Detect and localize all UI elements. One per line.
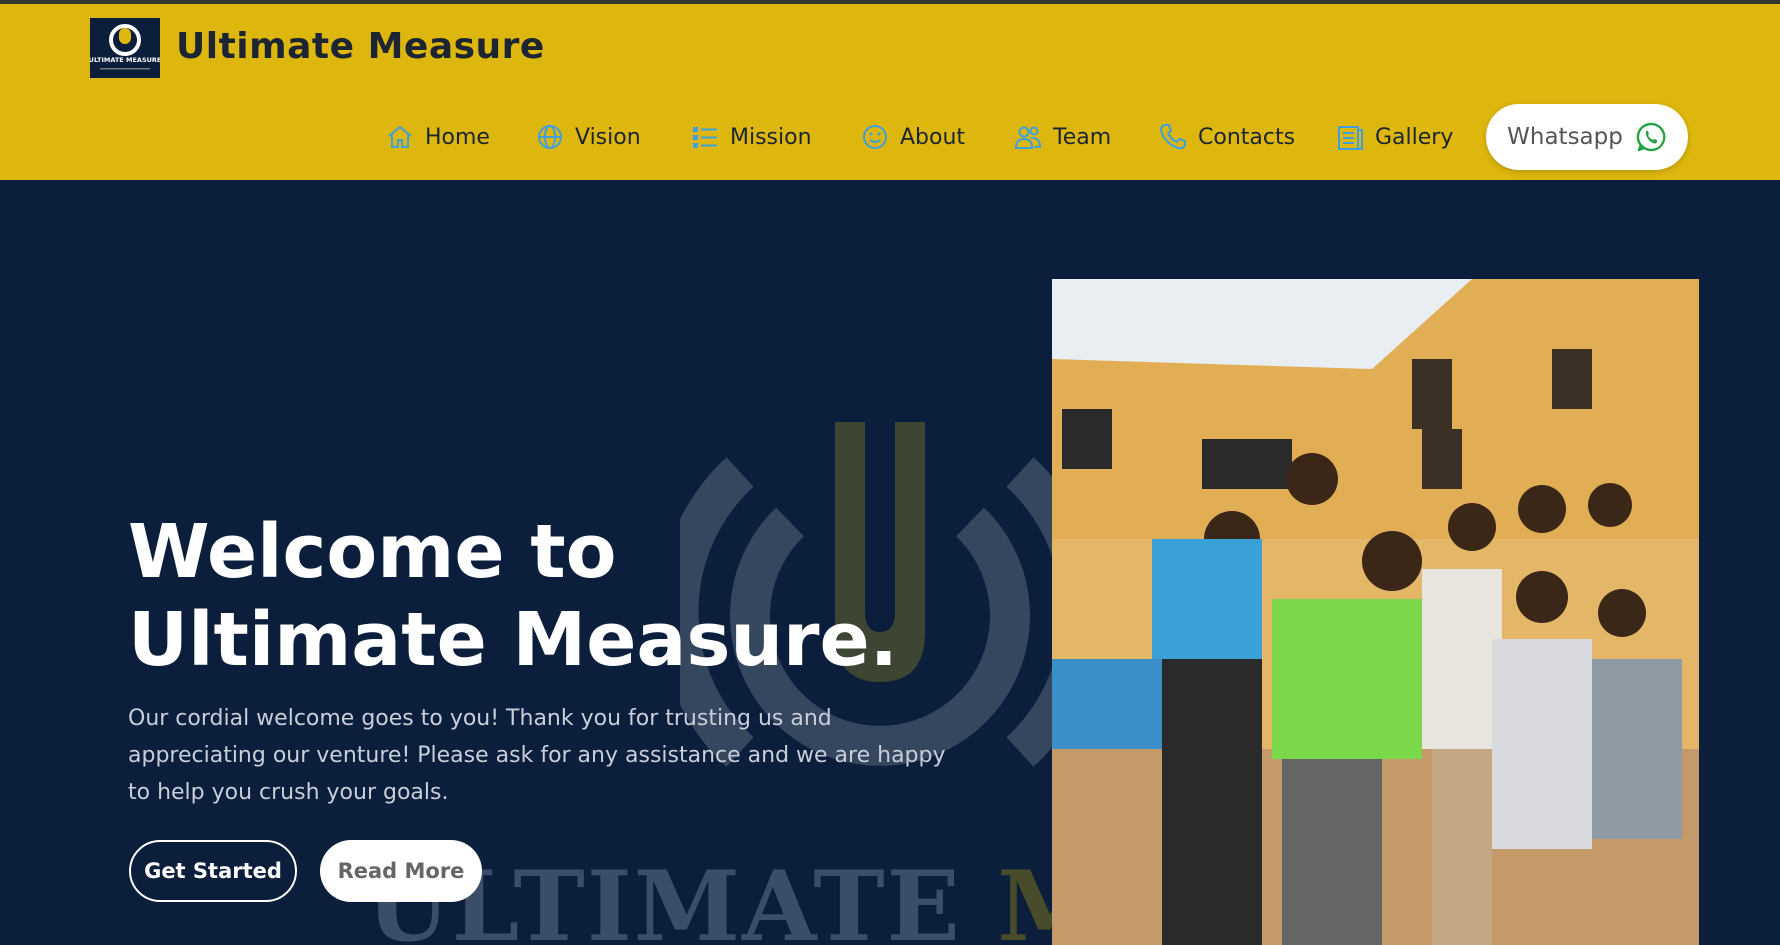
read-more-button[interactable]: Read More <box>320 840 482 902</box>
whatsapp-button[interactable]: Whatsapp <box>1486 104 1688 170</box>
site-header: ULTIMATE MEASURE Ultimate Measure Home V… <box>0 4 1780 180</box>
nav-label: Team <box>1053 124 1112 150</box>
globe-icon <box>538 125 562 149</box>
nav-item-about[interactable]: About <box>860 114 965 160</box>
nav-item-vision[interactable]: Vision <box>535 114 641 160</box>
team-photo <box>1052 279 1699 945</box>
main-nav: Home Vision Mission About Team Contacts … <box>0 104 1780 170</box>
get-started-button[interactable]: Get Started <box>129 840 297 902</box>
nav-item-contacts[interactable]: Contacts <box>1158 114 1295 160</box>
smile-icon <box>863 125 887 149</box>
nav-item-mission[interactable]: Mission <box>690 114 812 160</box>
logo[interactable]: ULTIMATE MEASURE <box>90 18 160 78</box>
nav-item-home[interactable]: Home <box>385 114 490 160</box>
site-title[interactable]: Ultimate Measure <box>176 26 545 67</box>
nav-item-team[interactable]: Team <box>1013 114 1111 160</box>
phone-icon <box>1160 124 1186 150</box>
gallery-icon <box>1338 126 1363 150</box>
nav-label: Home <box>425 124 490 150</box>
whatsapp-label: Whatsapp <box>1507 124 1623 150</box>
home-icon <box>388 126 412 148</box>
people-icon <box>1014 126 1042 149</box>
hero-text: Our cordial welcome goes to you! Thank y… <box>128 706 946 805</box>
nav-label: Contacts <box>1198 124 1296 150</box>
nav-label: Gallery <box>1375 124 1454 150</box>
whatsapp-icon <box>1636 122 1666 152</box>
nav-label: About <box>900 124 966 150</box>
nav-item-gallery[interactable]: Gallery <box>1335 114 1453 160</box>
hero-section: ULTIMATE ME Welcome to Ultimate Measure.… <box>0 180 1780 945</box>
nav-label: Mission <box>730 124 812 150</box>
hero-title: Welcome to Ultimate Measure. <box>128 509 898 683</box>
nav-label: Vision <box>575 124 641 150</box>
logo-text: ULTIMATE MEASURE <box>90 56 160 64</box>
list-icon <box>693 127 717 148</box>
